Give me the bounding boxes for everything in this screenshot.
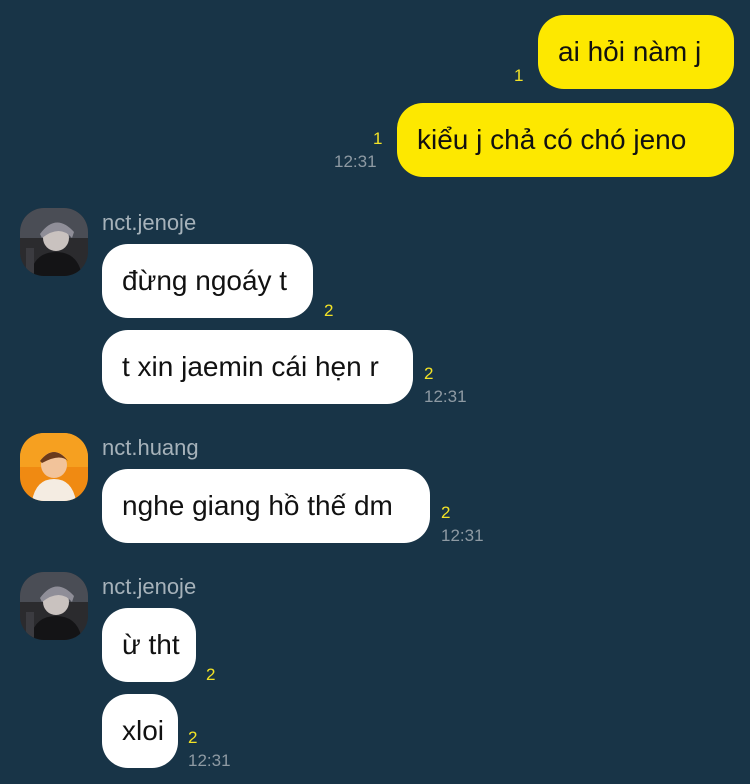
message-bubble-outgoing[interactable]: kiểu j chả có chó jeno <box>397 103 734 177</box>
unread-count: 2 <box>441 503 451 522</box>
timestamp: 12:31 <box>334 152 377 171</box>
unread-count: 2 <box>206 665 216 684</box>
avatar-huang[interactable] <box>20 433 88 501</box>
unread-count: 2 <box>188 728 198 747</box>
message-bubble-incoming[interactable]: ừ tht <box>102 608 196 682</box>
timestamp: 12:31 <box>441 526 484 545</box>
avatar-jenoje[interactable] <box>20 208 88 276</box>
profile-photo-icon <box>20 572 88 640</box>
sender-name: nct.huang <box>102 435 199 460</box>
message-bubble-incoming[interactable]: đừng ngoáy t <box>102 244 313 318</box>
sender-name: nct.jenoje <box>102 210 197 235</box>
timestamp: 12:31 <box>188 751 231 770</box>
message-bubble-incoming[interactable]: xloi <box>102 694 178 768</box>
message-bubble-incoming[interactable]: nghe giang hồ thế dm <box>102 469 430 543</box>
sender-name: nct.jenoje <box>102 574 197 599</box>
unread-count: 1 <box>514 66 524 85</box>
avatar-jenoje[interactable] <box>20 572 88 640</box>
unread-count: 2 <box>424 364 434 383</box>
message-bubble-outgoing[interactable]: ai hỏi nàm j <box>538 15 734 89</box>
message-bubble-incoming[interactable]: t xin jaemin cái hẹn r <box>102 330 413 404</box>
profile-photo-icon <box>20 208 88 276</box>
unread-count: 1 <box>373 129 383 148</box>
timestamp: 12:31 <box>424 387 467 406</box>
unread-count: 2 <box>324 301 334 320</box>
profile-photo-icon <box>20 433 88 501</box>
